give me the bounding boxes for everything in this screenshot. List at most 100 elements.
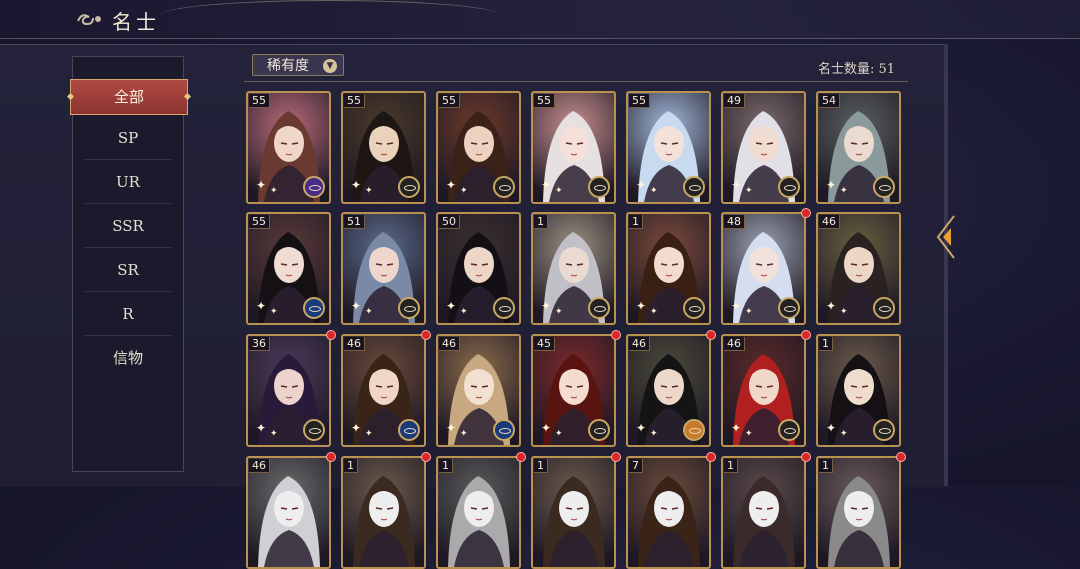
level-label: 1 (534, 459, 548, 473)
star-sparkle-icon: ✦ (745, 307, 753, 317)
sidebar-item-label: SP (117, 129, 139, 147)
star-sparkle-icon: ✦ (351, 178, 362, 192)
star-sparkle-icon: ✦ (731, 421, 742, 435)
hero-portrait (733, 476, 795, 567)
hero-card[interactable]: 55 ✦ ✦ (531, 91, 616, 204)
star-sparkle-icon: ✦ (731, 299, 742, 313)
level-label: 36 (249, 337, 270, 351)
hero-card[interactable]: 48 ✦ ✦ (721, 212, 806, 325)
level-label: 49 (724, 94, 745, 108)
hero-portrait (448, 476, 510, 567)
star-sparkle-icon: ✦ (270, 429, 278, 439)
hero-card[interactable]: 46 ✦ ✦ (436, 334, 521, 447)
faction-badge-icon (398, 297, 420, 319)
star-sparkle-icon: ✦ (446, 178, 457, 192)
star-sparkle-icon: ✦ (351, 299, 362, 313)
faction-badge-icon (778, 176, 800, 198)
star-sparkle-icon: ✦ (365, 429, 373, 439)
faction-badge-icon (303, 297, 325, 319)
star-sparkle-icon: ✦ (650, 186, 658, 196)
hero-card[interactable]: 46 ✦ ✦ (626, 334, 711, 447)
hero-card[interactable]: 1 ✦ ✦ (531, 212, 616, 325)
faction-badge-icon (398, 419, 420, 441)
star-sparkle-icon: ✦ (446, 299, 457, 313)
level-label: 50 (439, 215, 460, 229)
hero-card[interactable]: 1 ✦ ✦ (816, 334, 901, 447)
hero-card[interactable]: 36 ✦ ✦ (246, 334, 331, 447)
hero-card[interactable]: 50 ✦ ✦ (436, 212, 521, 325)
star-sparkle-icon: ✦ (650, 307, 658, 317)
hero-card[interactable]: 1 (436, 456, 521, 569)
star-sparkle-icon: ✦ (541, 178, 552, 192)
star-sparkle-icon: ✦ (365, 307, 373, 317)
collapse-arrow-icon[interactable] (934, 212, 956, 262)
level-label: 7 (629, 459, 643, 473)
hero-card[interactable]: 54 ✦ ✦ (816, 91, 901, 204)
notification-dot (706, 452, 716, 462)
hero-card[interactable]: 46 ✦ ✦ (721, 334, 806, 447)
level-label: 1 (819, 337, 833, 351)
hero-card[interactable]: 1 (816, 456, 901, 569)
sidebar-item-label: 信物 (112, 349, 143, 367)
hero-card[interactable]: 55 ✦ ✦ (626, 91, 711, 204)
hero-portrait (353, 476, 415, 567)
hero-card[interactable]: 1 (531, 456, 616, 569)
top-header: 名士 (0, 0, 1080, 39)
hero-card[interactable]: 55 ✦ ✦ (341, 91, 426, 204)
hero-card[interactable]: 49 ✦ ✦ (721, 91, 806, 204)
sidebar-item-label: SSR (112, 217, 144, 235)
notification-dot (611, 330, 621, 340)
count-value: 51 (878, 62, 896, 77)
hero-portrait (638, 476, 700, 567)
hero-card[interactable]: 46 (246, 456, 331, 569)
hero-card[interactable]: 46 ✦ ✦ (816, 212, 901, 325)
sidebar-item-token[interactable]: 信物 (85, 337, 171, 379)
hero-card[interactable]: 55 ✦ ✦ (246, 212, 331, 325)
hero-card[interactable]: 55 ✦ ✦ (246, 91, 331, 204)
star-sparkle-icon: ✦ (731, 178, 742, 192)
hero-card[interactable]: 51 ✦ ✦ (341, 212, 426, 325)
star-sparkle-icon: ✦ (460, 429, 468, 439)
notification-dot (421, 330, 431, 340)
notification-dot (421, 452, 431, 462)
hero-card[interactable]: 1 (341, 456, 426, 569)
star-sparkle-icon: ✦ (840, 307, 848, 317)
notification-dot (896, 452, 906, 462)
hero-portrait (543, 476, 605, 567)
count-label: 名士数量: (818, 62, 875, 77)
sidebar-item-ssr[interactable]: SSR (85, 205, 171, 248)
hero-count: 名士数量: 51 (818, 58, 895, 77)
sidebar-item-all[interactable]: 全部 (66, 79, 192, 115)
faction-badge-icon (873, 297, 895, 319)
star-sparkle-icon: ✦ (636, 421, 647, 435)
level-label: 1 (819, 459, 833, 473)
hero-card[interactable]: 45 ✦ ✦ (531, 334, 616, 447)
star-sparkle-icon: ✦ (745, 429, 753, 439)
rarity-filter-dropdown[interactable]: 稀有度 ▼ (252, 54, 344, 76)
star-sparkle-icon: ✦ (745, 186, 753, 196)
sidebar-item-r[interactable]: R (85, 293, 171, 336)
star-sparkle-icon: ✦ (636, 299, 647, 313)
level-label: 46 (249, 459, 270, 473)
faction-badge-icon (683, 419, 705, 441)
sidebar-item-ur[interactable]: UR (85, 161, 171, 204)
star-sparkle-icon: ✦ (840, 186, 848, 196)
faction-badge-icon (588, 176, 610, 198)
hero-card[interactable]: 55 ✦ ✦ (436, 91, 521, 204)
level-label: 1 (724, 459, 738, 473)
star-sparkle-icon: ✦ (256, 299, 267, 313)
panel-edge (944, 44, 948, 486)
hero-card[interactable]: 1 (721, 456, 806, 569)
cloud-ornament-icon (74, 9, 108, 29)
faction-badge-icon (493, 419, 515, 441)
hero-card[interactable]: 46 ✦ ✦ (341, 334, 426, 447)
star-sparkle-icon: ✦ (460, 186, 468, 196)
hero-card[interactable]: 1 ✦ ✦ (626, 212, 711, 325)
sidebar-item-sr[interactable]: SR (85, 249, 171, 292)
faction-badge-icon (778, 419, 800, 441)
sidebar-item-label: 全部 (113, 88, 144, 106)
notification-dot (801, 330, 811, 340)
level-label: 51 (344, 215, 365, 229)
sidebar-item-sp[interactable]: SP (85, 117, 171, 160)
hero-card[interactable]: 7 (626, 456, 711, 569)
